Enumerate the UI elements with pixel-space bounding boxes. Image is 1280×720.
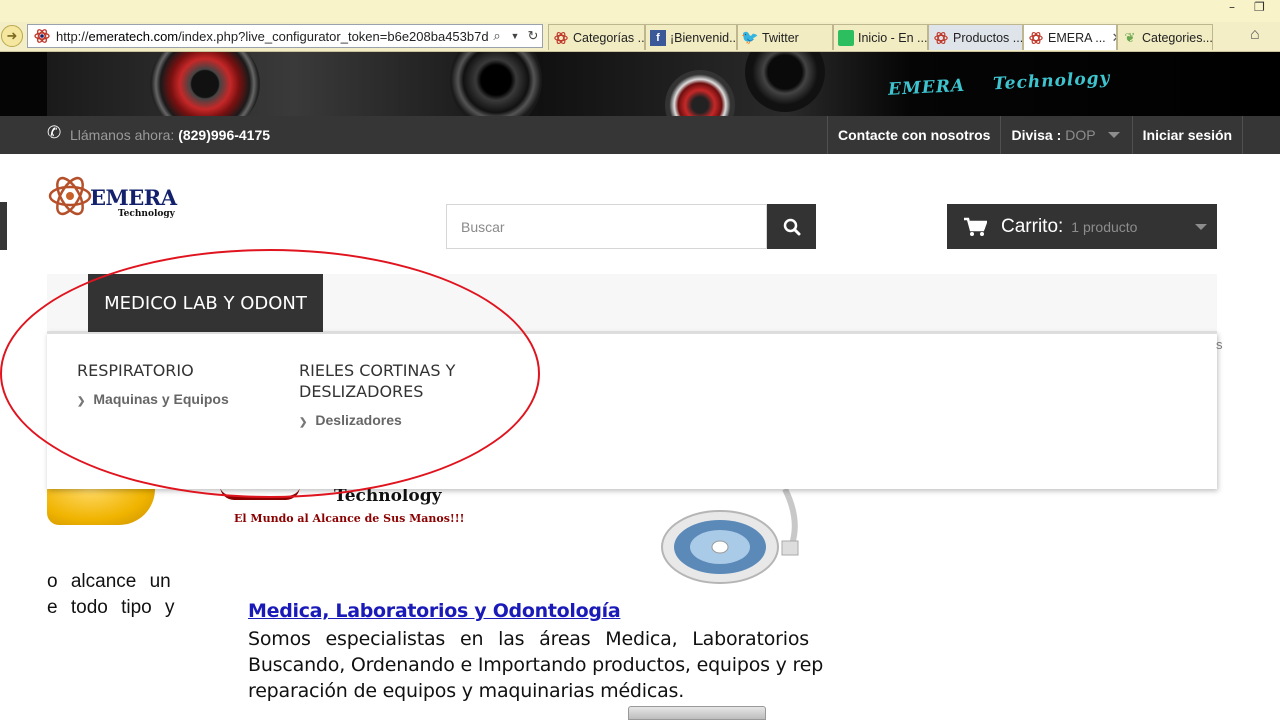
logo-sub: Technology bbox=[118, 209, 175, 219]
atom-favicon bbox=[933, 30, 949, 46]
section-paragraph-line: reparación de equipos y maquinarias médi… bbox=[248, 680, 685, 702]
contact-link[interactable]: Contacte con nosotros bbox=[827, 116, 1000, 154]
tab-label: Categorías ... bbox=[573, 30, 645, 45]
facebook-icon: f bbox=[650, 29, 666, 46]
content-slogan: El Mundo al Alcance de Sus Manos!!! bbox=[234, 512, 465, 525]
section-paragraph-line: Somos especialistas en las áreas Medica,… bbox=[248, 628, 824, 650]
tab-label: EMERA ... bbox=[1048, 30, 1106, 45]
surgical-lamp-image bbox=[661, 489, 799, 584]
left-text-line: e todo tipo y bbox=[47, 597, 175, 618]
cart-label: Carrito: bbox=[1001, 215, 1064, 237]
atom-favicon bbox=[553, 30, 569, 46]
leaf-icon: ❦ bbox=[1124, 29, 1136, 45]
menu-category[interactable]: RESPIRATORIO bbox=[77, 360, 229, 381]
address-bar[interactable]: http://emeratech.com/index.php?live_conf… bbox=[27, 24, 543, 48]
menu-subitem[interactable]: ❯ Maquinas y Equipos bbox=[77, 391, 229, 407]
search-icon[interactable]: ⌕ bbox=[488, 28, 506, 44]
menu-category[interactable]: RIELES CORTINAS Y DESLIZADORES bbox=[299, 360, 455, 402]
logo-name: EMERA bbox=[90, 185, 177, 210]
menu-subitem[interactable]: ❯ Deslizadores bbox=[299, 412, 455, 428]
atom-logo-icon bbox=[48, 176, 92, 216]
tab-label: ¡Bienvenid... bbox=[670, 30, 737, 45]
maximize-icon[interactable]: ❐ bbox=[1254, 0, 1265, 14]
section-heading-link[interactable]: Medica, Laboratorios y Odontología bbox=[248, 600, 621, 622]
cart-button[interactable]: Carrito: 1 producto bbox=[947, 204, 1217, 249]
chevron-down-icon bbox=[1195, 224, 1207, 230]
phone-number: (829)996-4175 bbox=[178, 127, 271, 143]
tab-categories[interactable]: ❦ Categories... bbox=[1117, 24, 1213, 50]
search-placeholder: Buscar bbox=[461, 218, 505, 235]
minimize-icon[interactable]: – bbox=[1229, 0, 1235, 14]
helmet-image bbox=[47, 489, 155, 525]
login-link[interactable]: Iniciar sesión bbox=[1131, 116, 1244, 154]
call-now: Llámanos ahora: (829)996-4175 bbox=[70, 127, 271, 143]
twitter-icon: 🐦 bbox=[741, 29, 759, 45]
phone-icon: ✆ bbox=[47, 123, 62, 142]
tab-label: Categories... bbox=[1142, 30, 1213, 45]
speaker-image bbox=[450, 52, 542, 116]
search-button[interactable] bbox=[767, 204, 816, 249]
atom-favicon bbox=[34, 29, 50, 43]
search-icon bbox=[783, 218, 800, 235]
chevron-right-icon: ❯ bbox=[299, 417, 308, 428]
site-logo[interactable]: EMERA Technology bbox=[48, 170, 178, 224]
cart-count: 1 producto bbox=[1071, 218, 1138, 235]
back-icon[interactable]: ➜ bbox=[1, 25, 23, 47]
home-icon[interactable]: ⌂ bbox=[1250, 26, 1260, 44]
device-image bbox=[628, 706, 766, 720]
refresh-icon[interactable]: ↻ bbox=[524, 28, 542, 44]
tab-productos[interactable]: Productos ... bbox=[928, 24, 1023, 50]
left-text-line: o alcance un bbox=[47, 571, 171, 592]
chevron-down-icon bbox=[1107, 132, 1120, 138]
clipped-text: s bbox=[1216, 337, 1223, 352]
title-strip bbox=[0, 0, 1280, 22]
tab-evernote[interactable]: Inicio - En ... bbox=[833, 24, 928, 50]
section-paragraph-line: Buscando, Ordenando e Importando product… bbox=[248, 654, 824, 676]
dropdown-icon[interactable]: ▼ bbox=[506, 31, 524, 41]
site-banner: EMERA Technology bbox=[0, 52, 1280, 116]
currency-selector[interactable]: Divisa : DOP bbox=[1000, 116, 1131, 154]
menu-column-rieles: RIELES CORTINAS Y DESLIZADORES ❯ Deslizado… bbox=[299, 360, 455, 428]
tab-facebook[interactable]: f ¡Bienvenid... bbox=[645, 24, 737, 50]
tab-label: Productos ... bbox=[953, 30, 1023, 45]
menu-tab-medico[interactable]: MEDICO LAB Y ODONT bbox=[88, 274, 323, 332]
tab-categorias[interactable]: Categorías ... bbox=[548, 24, 645, 50]
tab-label: Inicio - En ... bbox=[858, 30, 928, 45]
cart-icon bbox=[964, 217, 987, 236]
atom-favicon bbox=[1028, 30, 1044, 46]
chevron-right-icon: ❯ bbox=[77, 396, 86, 407]
evernote-icon bbox=[838, 29, 854, 46]
currency-value: DOP bbox=[1065, 127, 1096, 143]
content-logo-word: Technology bbox=[334, 486, 442, 506]
menu-column-respiratorio: RESPIRATORIO ❯ Maquinas y Equipos bbox=[77, 360, 229, 407]
url-text: http://emeratech.com/index.php?live_conf… bbox=[56, 28, 488, 44]
tab-label: Twitter bbox=[762, 30, 799, 45]
speaker-image bbox=[150, 52, 260, 116]
top-nav-links: Contacte con nosotros Divisa : DOP Inicia… bbox=[827, 116, 1244, 154]
side-tab[interactable] bbox=[0, 202, 7, 250]
mega-menu-dropdown: RESPIRATORIO ❯ Maquinas y Equipos RIELES … bbox=[47, 332, 1217, 489]
tab-emera[interactable]: EMERA ... ✕ bbox=[1023, 24, 1117, 50]
search-input[interactable]: Buscar bbox=[446, 204, 767, 249]
tab-twitter[interactable]: 🐦 Twitter bbox=[737, 24, 833, 50]
